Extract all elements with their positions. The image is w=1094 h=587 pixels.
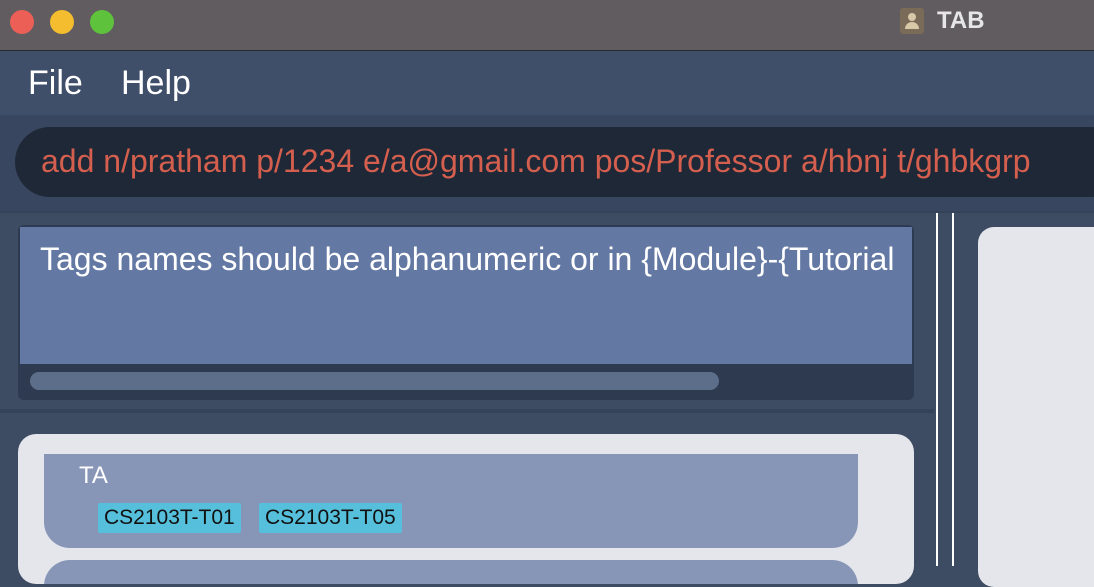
- result-display-content: Tags names should be alphanumeric or in …: [20, 227, 912, 364]
- command-input-text: add n/pratham p/1234 e/a@gmail.com pos/P…: [41, 143, 1031, 179]
- person-card[interactable]: [44, 560, 858, 584]
- command-input[interactable]: add n/pratham p/1234 e/a@gmail.com pos/P…: [15, 127, 1094, 197]
- help-menu[interactable]: Help: [121, 64, 191, 103]
- window-title: TAB: [937, 7, 985, 34]
- tag-badge: CS2103T-T05: [259, 503, 402, 533]
- result-horizontal-scrollbar[interactable]: [30, 372, 719, 390]
- title-bar: TAB: [0, 0, 1094, 51]
- person-list: TA CS2103T-T01 CS2103T-T05: [18, 434, 914, 584]
- panel-divider: [0, 409, 934, 413]
- side-panel: [954, 213, 1094, 587]
- maximize-window-button[interactable]: [90, 10, 114, 34]
- main-panel: Tags names should be alphanumeric or in …: [0, 213, 934, 584]
- command-area: add n/pratham p/1234 e/a@gmail.com pos/P…: [0, 115, 1094, 213]
- result-message: Tags names should be alphanumeric or in …: [40, 241, 895, 277]
- tag-badge: CS2103T-T01: [98, 503, 241, 533]
- menu-bar: File Help: [0, 51, 1094, 115]
- person-card[interactable]: TA CS2103T-T01 CS2103T-T05: [44, 454, 858, 548]
- result-display: Tags names should be alphanumeric or in …: [18, 225, 914, 400]
- file-menu[interactable]: File: [28, 64, 83, 103]
- contacts-icon: [900, 8, 924, 34]
- side-panel-card: [978, 227, 1094, 587]
- split-pane-divider[interactable]: [934, 213, 954, 566]
- person-name: TA: [79, 462, 108, 489]
- minimize-window-button[interactable]: [50, 10, 74, 34]
- close-window-button[interactable]: [10, 10, 34, 34]
